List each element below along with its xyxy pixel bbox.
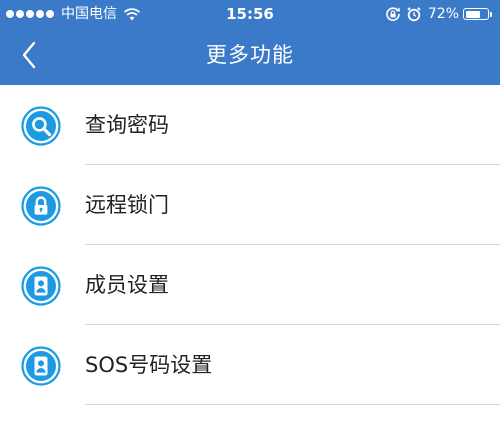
battery-percent: 72% [427, 6, 459, 22]
rotation-lock-icon [386, 7, 400, 21]
person-icon [21, 346, 61, 386]
person-icon [21, 266, 61, 306]
battery-icon [463, 8, 489, 20]
menu-item-query-password[interactable]: 查询密码 [0, 85, 500, 165]
menu-item-label: 查询密码 [85, 113, 169, 137]
page-title: 更多功能 [206, 43, 294, 67]
status-bar: 中国电信 15:56 72% [0, 0, 500, 28]
menu-item-sos-number-settings[interactable]: SOS号码设置 [0, 325, 500, 405]
menu-item-member-settings[interactable]: 成员设置 [0, 245, 500, 325]
function-menu-list: 查询密码 远程锁门 成员设置 SOS号码设置 [0, 85, 500, 405]
status-right: 72% [385, 5, 492, 23]
battery-tip [490, 11, 492, 17]
menu-item-remote-lock[interactable]: 远程锁门 [0, 165, 500, 245]
search-icon [21, 106, 61, 146]
lock-icon [21, 186, 61, 226]
menu-item-label: 成员设置 [85, 273, 169, 297]
header-bar: 中国电信 15:56 72% 更多功能 [0, 0, 500, 85]
menu-item-label: 远程锁门 [85, 193, 169, 217]
menu-item-label: SOS号码设置 [85, 353, 213, 377]
alarm-icon [407, 7, 421, 22]
battery-fill [465, 10, 480, 18]
divider [85, 404, 500, 405]
